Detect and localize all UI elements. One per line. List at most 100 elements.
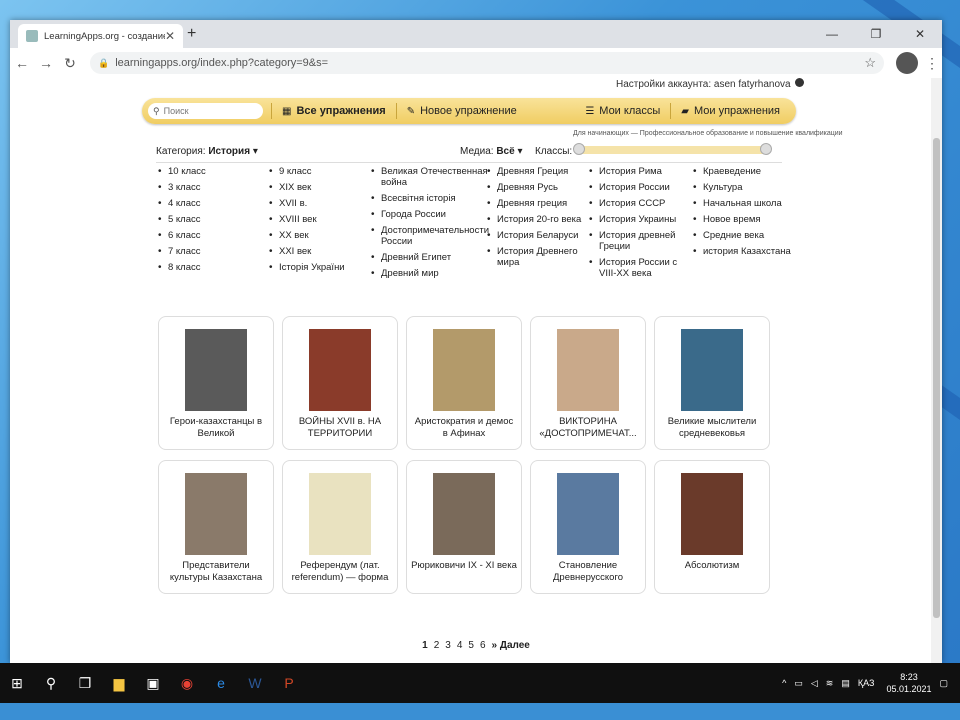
category-link[interactable]: История России с VIII-XX века [589,257,689,279]
task-view-icon[interactable]: ❐ [68,663,102,703]
category-link[interactable]: XVII в. [269,198,369,209]
exercise-card[interactable]: ВИКТОРИНА «ДОСТОПРИМЕЧАТ... [530,316,646,450]
category-link[interactable]: 8 класс [158,262,258,273]
category-link[interactable]: 10 класс [158,166,258,177]
my-classes-button[interactable]: ☰ Мои классы [575,103,670,119]
category-link[interactable]: Древний Египет [371,252,489,263]
page-link[interactable]: 5 [468,640,474,651]
page-link[interactable]: 4 [457,640,463,651]
network-icon[interactable]: ▭ [794,678,803,689]
category-link[interactable]: Історія України [269,262,369,273]
store-icon[interactable]: ▣ [136,663,170,703]
category-link[interactable]: 6 класс [158,230,258,241]
category-link[interactable]: История древней Греции [589,230,689,252]
category-link[interactable]: Начальная школа [693,198,793,209]
category-link[interactable]: 5 класс [158,214,258,225]
category-select[interactable]: Категория: История ▾ [156,146,258,157]
keyboard-icon[interactable]: ▤ [841,678,850,689]
category-link[interactable]: 7 класс [158,246,258,257]
page-link[interactable]: 2 [434,640,440,651]
exercise-card[interactable]: Представители культуры Казахстана [158,460,274,594]
category-link[interactable]: Древняя Русь [487,182,587,193]
exercise-card[interactable]: Абсолютизм [654,460,770,594]
powerpoint-icon[interactable]: P [272,663,306,703]
category-link[interactable]: История Рима [589,166,689,177]
category-link[interactable]: 4 класс [158,198,258,209]
my-exercises-button[interactable]: ▰ Мои упражнения [670,103,790,119]
notifications-icon[interactable]: ▢ [939,678,948,689]
forward-icon[interactable]: → [34,55,58,71]
pencil-icon: ✎ [406,105,416,117]
page-link[interactable]: 6 [480,640,486,651]
category-link[interactable]: История 20-го века [487,214,587,225]
word-icon[interactable]: W [238,663,272,703]
account-settings-link[interactable]: Настройки аккаунта: asen fatyrhanova [616,78,804,90]
scrollbar-thumb[interactable] [933,138,940,618]
file-explorer-icon[interactable]: ▆ [102,663,136,703]
category-link[interactable]: История Украины [589,214,689,225]
category-link[interactable]: Культура [693,182,793,193]
page-scrollbar[interactable] [931,78,942,663]
category-link[interactable]: Великая Отечественная война [371,166,489,188]
close-tab-icon[interactable]: ✕ [165,29,175,43]
category-link[interactable]: История России [589,182,689,193]
exercise-card[interactable]: Рюриковичи IX - XI века [406,460,522,594]
category-link[interactable]: XIX век [269,182,369,193]
slider-min-handle[interactable] [573,143,585,155]
category-link[interactable]: XX век [269,230,369,241]
category-link[interactable]: Древний мир [371,268,489,279]
search-icon[interactable]: ⚲ [34,663,68,703]
category-link[interactable]: Новое время [693,214,793,225]
chrome-icon[interactable]: ◉ [170,663,204,703]
category-link[interactable]: Города России [371,209,489,220]
category-link[interactable]: история Казахстана [693,246,793,257]
reload-icon[interactable]: ↻ [58,55,82,72]
category-link[interactable]: Древняя Греция [487,166,587,177]
exercise-card[interactable]: Великие мыслители средневековья [654,316,770,450]
class-level-slider[interactable] [573,143,772,155]
category-link[interactable]: Средние века [693,230,793,241]
close-window-icon[interactable]: ✕ [898,20,942,48]
profile-avatar-icon[interactable] [896,52,918,74]
category-link[interactable]: История Беларуси [487,230,587,241]
exercise-card[interactable]: ВОЙНЫ XVII в. НА ТЕРРИТОРИИ [282,316,398,450]
category-link[interactable]: История СССР [589,198,689,209]
category-link[interactable]: Достопримечательности России [371,225,489,247]
category-link[interactable]: Всесвітня історія [371,193,489,204]
bookmark-star-icon[interactable]: ☆ [864,55,876,71]
browser-tab[interactable]: LearningApps.org - создание му ✕ [18,24,183,48]
new-exercise-button[interactable]: ✎ Новое упражнение [395,103,527,119]
category-link[interactable]: XXI век [269,246,369,257]
category-link[interactable]: 9 класс [269,166,369,177]
tray-expand-icon[interactable]: ^ [782,678,786,688]
category-link[interactable]: Древняя греция [487,198,587,209]
page-link[interactable]: 1 [422,640,428,651]
exercise-card[interactable]: Становление Древнерусского [530,460,646,594]
back-icon[interactable]: ← [10,55,34,71]
browser-menu-icon[interactable]: ⋮ [922,55,942,72]
edge-icon[interactable]: e [204,663,238,703]
exercise-card[interactable]: Герои-казахстанцы в Великой [158,316,274,450]
wifi-icon[interactable]: ≋ [826,678,834,689]
all-exercises-button[interactable]: ▦ Все упражнения [271,103,396,119]
minimize-icon[interactable]: — [810,20,854,48]
category-link[interactable]: XVIII век [269,214,369,225]
maximize-icon[interactable]: ❐ [854,20,898,48]
search-input[interactable] [161,105,246,117]
new-tab-icon[interactable]: + [187,25,196,43]
category-link[interactable]: 3 класс [158,182,258,193]
slider-max-handle[interactable] [760,143,772,155]
url-field[interactable]: 🔒 learningapps.org/index.php?category=9&… [90,52,884,74]
crowd-painting-icon [433,329,495,411]
clock[interactable]: 8:23 05.01.2021 [886,671,931,695]
volume-icon[interactable]: ◁ [811,678,818,689]
page-link[interactable]: 3 [445,640,451,651]
category-link[interactable]: Краеведение [693,166,793,177]
exercise-card[interactable]: Аристократия и демос в Афинах [406,316,522,450]
windows-start-icon[interactable]: ⊞ [0,663,34,703]
exercise-card[interactable]: Референдум (лат. referendum) — форма [282,460,398,594]
category-link[interactable]: История Древнего мира [487,246,587,268]
media-select[interactable]: Медиа: Всё ▾ [460,146,523,157]
language-indicator[interactable]: ҚАЗ [858,678,875,688]
next-page-link[interactable]: » Далее [492,640,530,651]
